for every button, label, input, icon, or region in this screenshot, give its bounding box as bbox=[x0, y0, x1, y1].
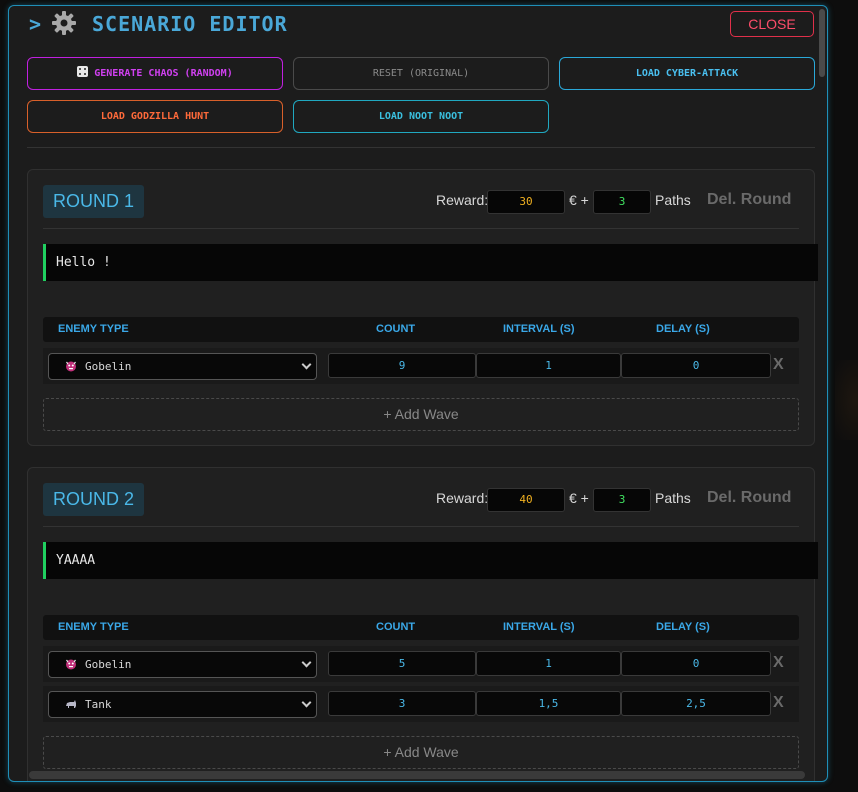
paths-label: Paths bbox=[655, 490, 691, 506]
count-input[interactable]: 9 bbox=[328, 353, 476, 378]
round-separator bbox=[43, 228, 799, 229]
header-enemy-type: ENEMY TYPE bbox=[58, 323, 129, 335]
wave-row: Tank 3 1,5 2,5 X bbox=[43, 686, 799, 722]
reward-money-input[interactable]: 30 bbox=[487, 190, 565, 214]
round-message-input[interactable]: Hello ! bbox=[43, 244, 818, 281]
round-card: ROUND 2 Reward: 40 € + 3 Paths Del. Roun… bbox=[27, 467, 818, 781]
reward-paths-input[interactable]: 3 bbox=[593, 488, 651, 512]
dice-icon bbox=[77, 66, 89, 77]
header-interval: INTERVAL (S) bbox=[503, 323, 575, 335]
delay-input[interactable]: 0 bbox=[621, 651, 771, 676]
remove-wave-button[interactable]: X bbox=[773, 654, 784, 672]
generate-chaos-label: GENERATE CHAOS (RANDOM) bbox=[94, 68, 233, 79]
wave-table-header: ENEMY TYPE COUNT INTERVAL (S) DELAY (S) bbox=[43, 317, 799, 342]
round-title: ROUND 2 bbox=[43, 483, 145, 516]
interval-input[interactable]: 1 bbox=[476, 353, 621, 378]
caret-icon: > bbox=[29, 12, 42, 36]
enemy-type-value: Gobelin bbox=[85, 658, 132, 671]
remove-wave-button[interactable]: X bbox=[773, 356, 784, 374]
add-wave-button[interactable]: + Add Wave bbox=[43, 398, 799, 431]
interval-input[interactable]: 1,5 bbox=[476, 691, 621, 716]
gear-icon bbox=[52, 11, 76, 35]
interval-input[interactable]: 1 bbox=[476, 651, 621, 676]
add-wave-button[interactable]: + Add Wave bbox=[43, 736, 799, 769]
delete-round-button[interactable]: Del. Round bbox=[707, 489, 791, 507]
header-enemy-type: ENEMY TYPE bbox=[58, 621, 129, 633]
load-noot-noot-button[interactable]: LOAD NOOT NOOT bbox=[293, 100, 549, 133]
delete-round-button[interactable]: Del. Round bbox=[707, 191, 791, 209]
enemy-type-value: Gobelin bbox=[85, 360, 132, 373]
paths-label: Paths bbox=[655, 192, 691, 208]
delay-input[interactable]: 2,5 bbox=[621, 691, 771, 716]
horizontal-scrollbar[interactable] bbox=[29, 771, 805, 779]
scenario-editor-panel: > SCENARIO EDITOR CLOSE GENERATE CHAOS (… bbox=[8, 5, 828, 782]
ogre-face-icon bbox=[66, 659, 76, 670]
chevron-down-icon bbox=[301, 697, 312, 708]
delay-input[interactable]: 0 bbox=[621, 353, 771, 378]
generate-chaos-button[interactable]: GENERATE CHAOS (RANDOM) bbox=[27, 57, 283, 90]
wave-row: Gobelin 5 1 0 X bbox=[43, 646, 799, 682]
header-interval: INTERVAL (S) bbox=[503, 621, 575, 633]
rhino-icon bbox=[66, 700, 76, 708]
load-godzilla-hunt-button[interactable]: LOAD GODZILLA HUNT bbox=[27, 100, 283, 133]
divider bbox=[27, 147, 815, 148]
euro-plus-label: € + bbox=[569, 192, 589, 208]
wave-table-header: ENEMY TYPE COUNT INTERVAL (S) DELAY (S) bbox=[43, 615, 799, 640]
enemy-type-select[interactable]: Gobelin bbox=[48, 651, 317, 678]
enemy-type-select[interactable]: Tank bbox=[48, 691, 317, 718]
reward-label: Reward: bbox=[436, 192, 489, 208]
round-separator bbox=[43, 526, 799, 527]
remove-wave-button[interactable]: X bbox=[773, 694, 784, 712]
count-input[interactable]: 3 bbox=[328, 691, 476, 716]
round-card: ROUND 1 Reward: 30 € + 3 Paths Del. Roun… bbox=[27, 169, 818, 446]
chevron-down-icon bbox=[301, 359, 312, 370]
count-input[interactable]: 5 bbox=[328, 651, 476, 676]
header-count: COUNT bbox=[376, 323, 416, 335]
reward-money-input[interactable]: 40 bbox=[487, 488, 565, 512]
close-button[interactable]: CLOSE bbox=[730, 11, 814, 37]
reset-button[interactable]: RESET (ORIGINAL) bbox=[293, 57, 549, 90]
reward-paths-input[interactable]: 3 bbox=[593, 190, 651, 214]
page-title: SCENARIO EDITOR bbox=[92, 12, 288, 36]
header-delay: DELAY (S) bbox=[656, 323, 710, 335]
round-message-input[interactable]: YAAAA bbox=[43, 542, 818, 579]
enemy-type-value: Tank bbox=[85, 698, 112, 711]
header-count: COUNT bbox=[376, 621, 416, 633]
load-cyber-attack-button[interactable]: LOAD CYBER-ATTACK bbox=[559, 57, 815, 90]
round-title: ROUND 1 bbox=[43, 185, 145, 218]
reward-label: Reward: bbox=[436, 490, 489, 506]
header-delay: DELAY (S) bbox=[656, 621, 710, 633]
euro-plus-label: € + bbox=[569, 490, 589, 506]
background-glow bbox=[835, 360, 858, 440]
chevron-down-icon bbox=[301, 657, 312, 668]
title-bar: > SCENARIO EDITOR CLOSE bbox=[9, 6, 827, 42]
vertical-scrollbar[interactable] bbox=[819, 9, 825, 77]
wave-row: Gobelin 9 1 0 X bbox=[43, 348, 799, 384]
ogre-face-icon bbox=[66, 361, 76, 372]
enemy-type-select[interactable]: Gobelin bbox=[48, 353, 317, 380]
